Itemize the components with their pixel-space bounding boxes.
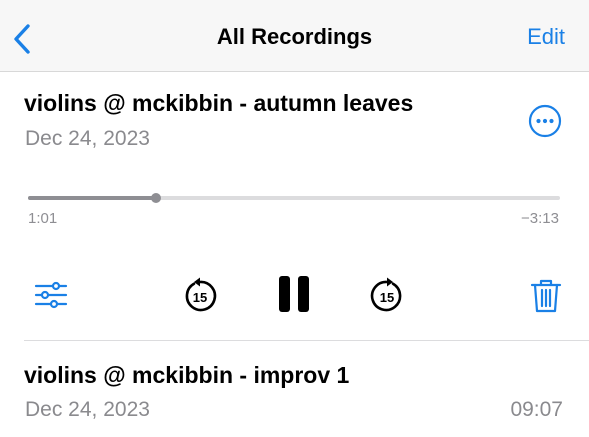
recording-title[interactable]: violins @ mckibbin - autumn leaves	[24, 90, 413, 117]
scrubber-progress	[28, 196, 156, 200]
navigation-bar: All Recordings Edit	[0, 0, 589, 72]
pause-icon[interactable]	[277, 274, 311, 314]
skip-back-15-icon: 15	[185, 277, 217, 312]
trash-icon[interactable]	[530, 278, 562, 314]
remaining-time: −3:13	[521, 210, 559, 227]
elapsed-time: 1:01	[28, 210, 58, 227]
skip-forward-15-button[interactable]: 15	[368, 277, 406, 315]
sliders-icon[interactable]	[34, 280, 68, 310]
skip-back-15-button[interactable]: 15	[181, 277, 219, 315]
skip-forward-label: 15	[380, 290, 394, 305]
recording-date: Dec 24, 2023	[25, 398, 150, 421]
recording-duration: 09:07	[510, 398, 563, 421]
recording-date: Dec 24, 2023	[25, 127, 150, 150]
skip-back-label: 15	[193, 290, 207, 305]
playback-scrubber[interactable]	[28, 193, 560, 203]
row-divider	[24, 340, 589, 341]
ellipsis-circle-icon[interactable]	[528, 104, 562, 138]
recording-title[interactable]: violins @ mckibbin - improv 1	[24, 362, 349, 389]
page-title: All Recordings	[216, 24, 373, 49]
scrubber-handle[interactable]	[150, 193, 161, 203]
skip-forward-15-icon: 15	[370, 277, 402, 312]
edit-button[interactable]: Edit	[527, 24, 565, 50]
